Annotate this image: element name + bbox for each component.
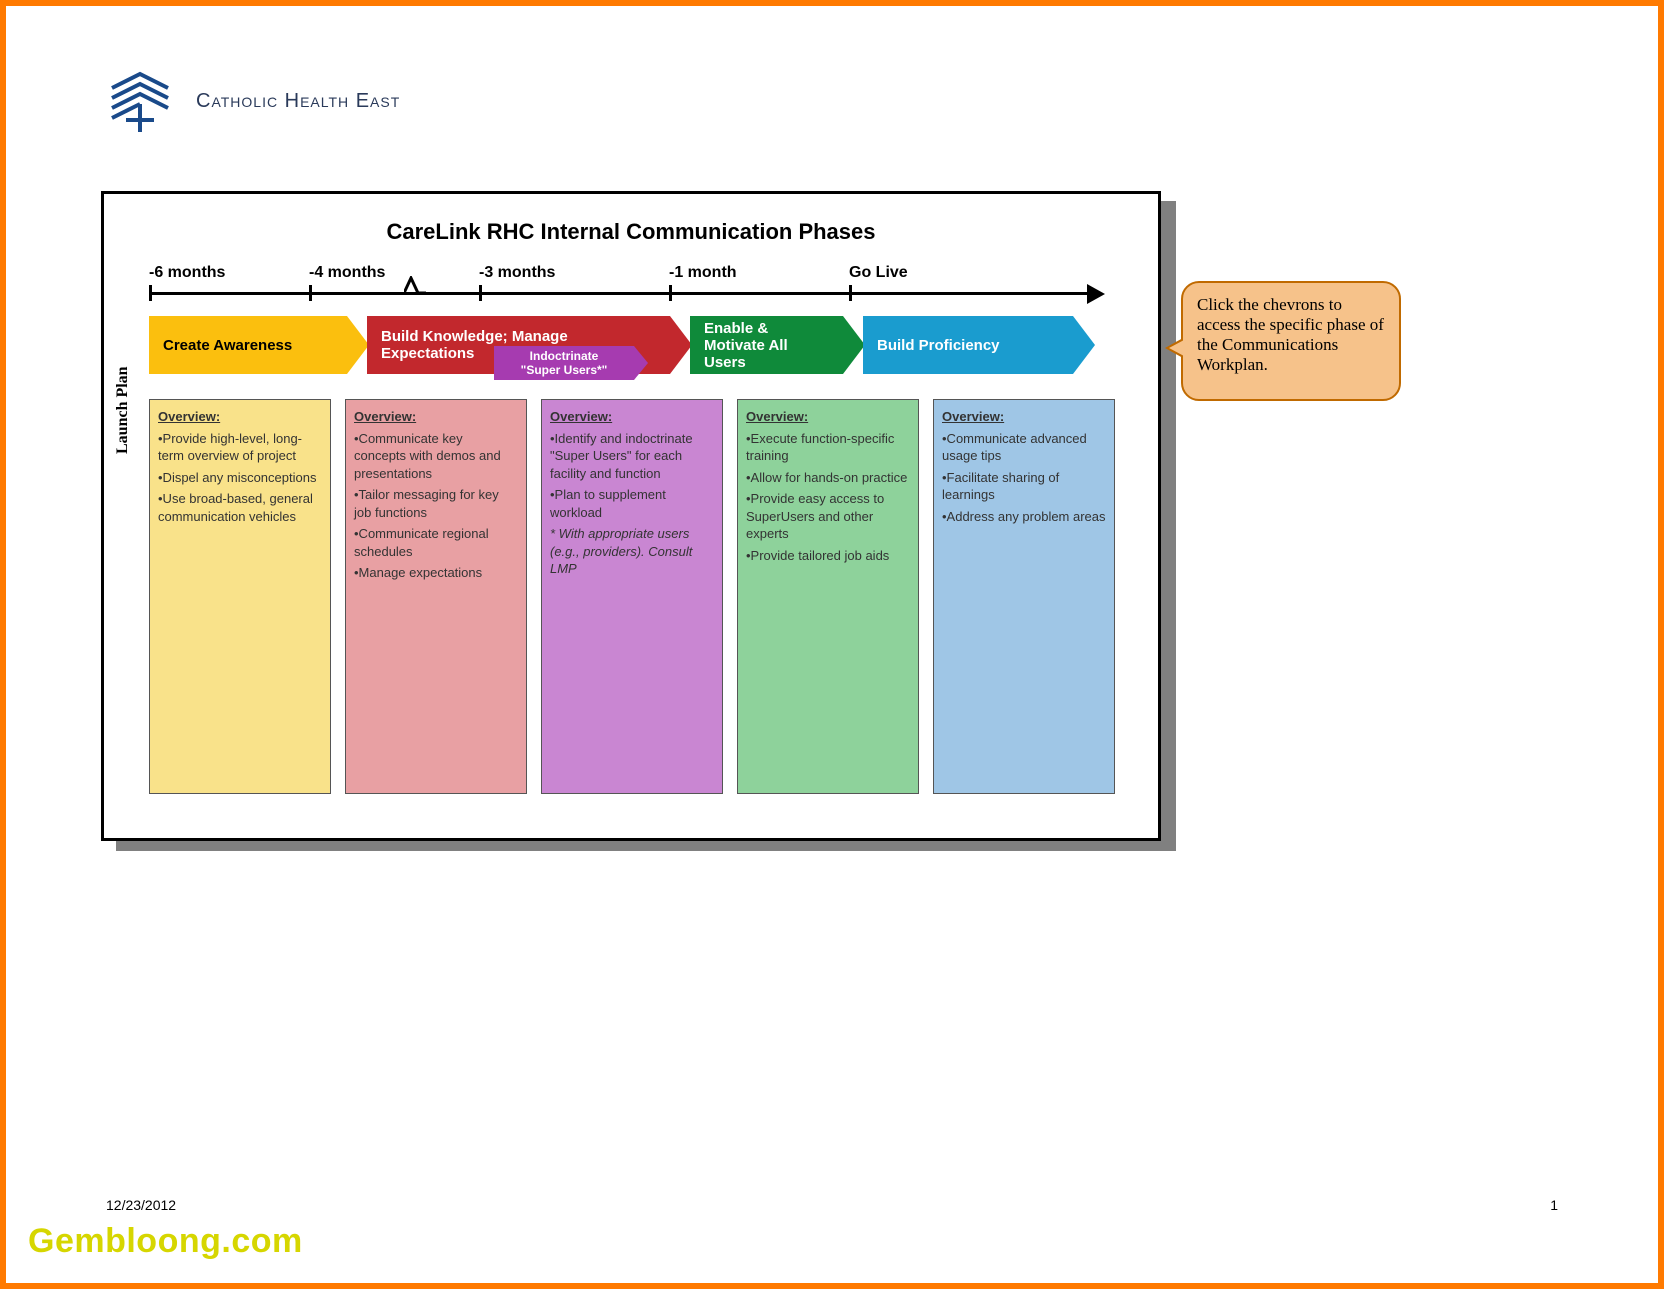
chevron-label: Build Proficiency — [877, 337, 1000, 354]
card-note: * With appropriate users (e.g., provider… — [550, 525, 714, 578]
card-bullet: •Tailor messaging for key job functions — [354, 486, 518, 521]
timeline-tick — [479, 285, 482, 301]
card-bullet: •Dispel any misconceptions — [158, 469, 322, 487]
company-logo-icon — [106, 66, 176, 136]
card-overview-heading: Overview: — [158, 409, 220, 424]
card-overview-heading: Overview: — [942, 409, 1004, 424]
card-overview-heading: Overview: — [746, 409, 808, 424]
chevron-indoctrinate-super-users[interactable]: Indoctrinate "Super Users*" — [494, 346, 634, 380]
timeline: -6 months -4 months -3 months -1 month G… — [149, 264, 1139, 314]
timeline-tick — [849, 285, 852, 301]
timeline-tick — [309, 285, 312, 301]
footer-page-number: 1 — [1550, 1197, 1558, 1213]
timeline-spike-icon — [404, 276, 426, 294]
overview-cards-row: Overview: •Provide high-level, long-term… — [149, 399, 1149, 799]
card-overview-heading: Overview: — [354, 409, 416, 424]
card-bullet: •Communicate key concepts with demos and… — [354, 430, 518, 483]
chevron-label: Enable & Motivate All Users — [704, 320, 813, 371]
chevron-create-awareness[interactable]: Create Awareness — [149, 316, 347, 374]
instruction-callout: Click the chevrons to access the specifi… — [1181, 281, 1401, 401]
overview-card-knowledge: Overview: •Communicate key concepts with… — [345, 399, 527, 794]
tick-label: -6 months — [149, 264, 225, 282]
tick-label: -1 month — [669, 264, 737, 282]
card-bullet: •Communicate advanced usage tips — [942, 430, 1106, 465]
org-name: Catholic Health East — [196, 90, 400, 113]
card-bullet: •Manage expectations — [354, 564, 518, 582]
card-bullet: •Use broad-based, general communication … — [158, 490, 322, 525]
card-bullet: •Provide tailored job aids — [746, 547, 910, 565]
overview-card-proficiency: Overview: •Communicate advanced usage ti… — [933, 399, 1115, 794]
card-bullet: •Communicate regional schedules — [354, 525, 518, 560]
chevron-build-proficiency[interactable]: Build Proficiency — [863, 316, 1073, 374]
timeline-line — [149, 292, 1089, 295]
timeline-tick — [669, 285, 672, 301]
slide-frame: CareLink RHC Internal Communication Phas… — [101, 191, 1161, 841]
timeline-arrow-icon — [1087, 284, 1105, 304]
watermark-text: Gembloong.com — [28, 1222, 303, 1261]
overview-card-awareness: Overview: •Provide high-level, long-term… — [149, 399, 331, 794]
card-bullet: •Execute function-specific training — [746, 430, 910, 465]
card-overview-heading: Overview: — [550, 409, 612, 424]
overview-card-enable: Overview: •Execute function-specific tra… — [737, 399, 919, 794]
card-bullet: •Provide high-level, long-term overview … — [158, 430, 322, 465]
mini-chevron-line1: Indoctrinate — [494, 349, 634, 363]
overview-card-super-users: Overview: •Identify and indoctrinate "Su… — [541, 399, 723, 794]
timeline-tick — [149, 285, 152, 301]
card-bullet: •Allow for hands-on practice — [746, 469, 910, 487]
slide-title: CareLink RHC Internal Communication Phas… — [104, 219, 1158, 245]
mini-chevron-line2: "Super Users*" — [494, 363, 634, 377]
card-bullet: •Provide easy access to SuperUsers and o… — [746, 490, 910, 543]
card-bullet: •Facilitate sharing of learnings — [942, 469, 1106, 504]
chevron-row: Create Awareness Build Knowledge; Manage… — [149, 316, 1149, 386]
tick-label: Go Live — [849, 264, 908, 282]
tick-label: -4 months — [309, 264, 385, 282]
axis-label-launch-plan: Launch Plan — [114, 366, 132, 454]
chevron-enable-motivate[interactable]: Enable & Motivate All Users — [690, 316, 843, 374]
slide-header: Catholic Health East — [106, 66, 400, 136]
card-bullet: •Address any problem areas — [942, 508, 1106, 526]
card-bullet: •Identify and indoctrinate "Super Users"… — [550, 430, 714, 483]
tick-label: -3 months — [479, 264, 555, 282]
footer-date: 12/23/2012 — [106, 1197, 176, 1213]
card-bullet: •Plan to supplement workload — [550, 486, 714, 521]
chevron-label: Create Awareness — [163, 337, 292, 354]
